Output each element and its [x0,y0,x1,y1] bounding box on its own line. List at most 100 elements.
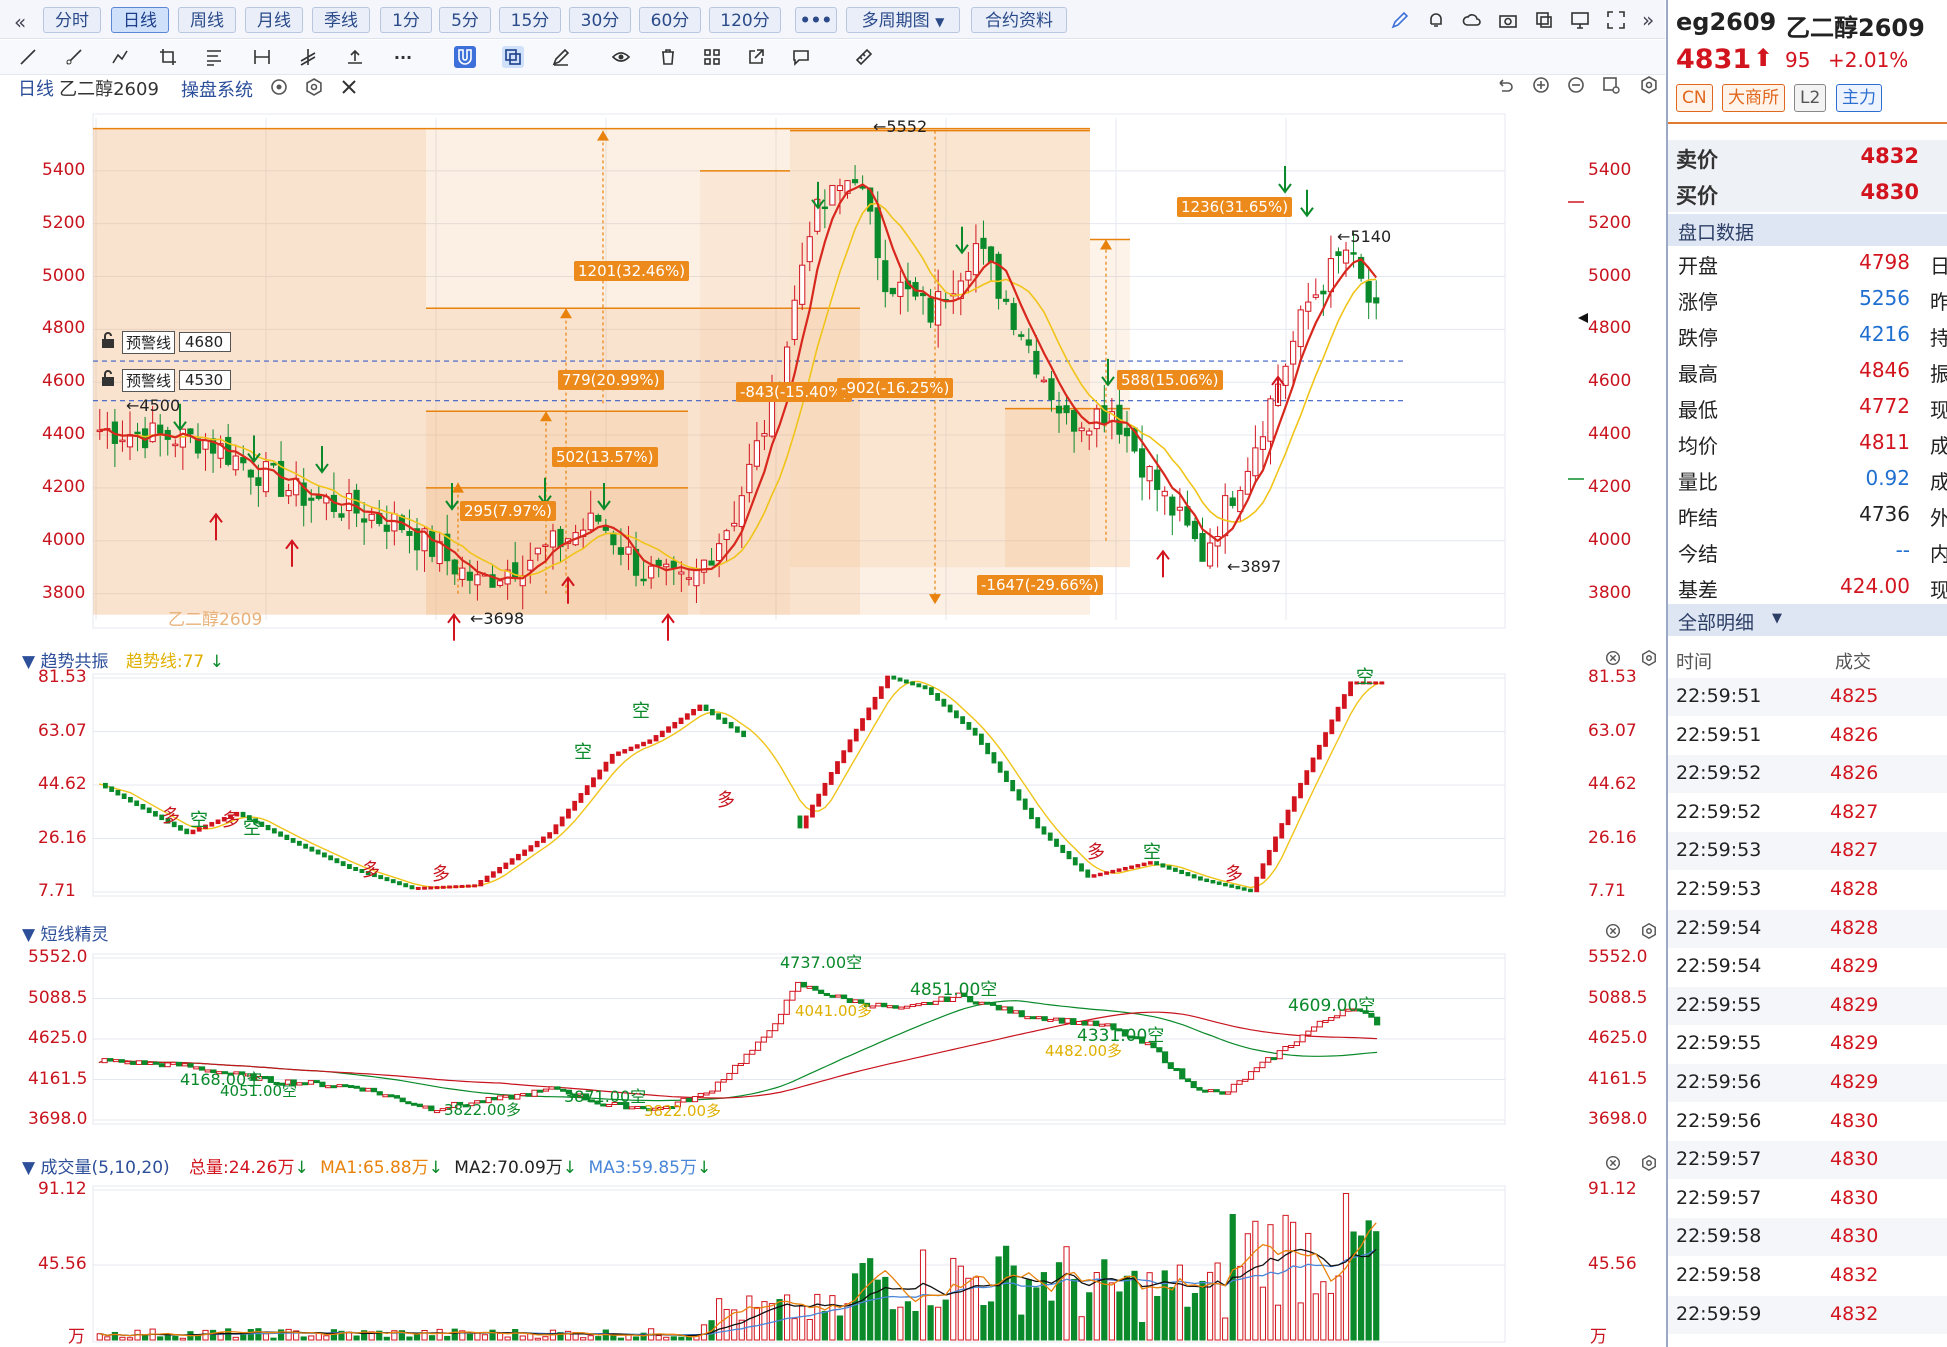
detail-section-header[interactable]: 全部明细 ▼ [1668,604,1947,636]
volume-bar [1184,1306,1191,1341]
trend-bar [684,713,690,720]
period-button-daily[interactable]: 日线 [111,7,169,33]
period-button-30min[interactable]: 30分 [569,7,631,33]
sprite-candle [101,1058,108,1064]
unlock-icon[interactable] [98,330,118,354]
period-button-15min[interactable]: 15分 [499,7,561,33]
crop-tool-icon[interactable] [157,46,179,68]
polyline-tool-icon[interactable] [109,46,131,68]
gear-icon[interactable] [1639,75,1659,95]
collapse-triangle-icon[interactable]: ▼ [22,925,35,945]
sprite-candle [342,1084,349,1088]
trend-bar [928,687,934,696]
gear-icon[interactable] [1639,648,1659,668]
period-button-120min[interactable]: 120分 [709,7,781,33]
line-tool-icon[interactable] [17,46,39,68]
volume-bar [481,1334,489,1341]
sprite-candle [1202,1089,1209,1093]
grid-icon[interactable] [701,46,723,68]
warning-line-value: 4530 [179,370,232,390]
collapse-triangle-icon[interactable]: ▼ [22,1158,35,1178]
sprite-candle [760,1036,767,1043]
ruler-icon[interactable] [853,46,875,68]
trend-bar [522,849,528,856]
gear-icon[interactable] [304,77,324,97]
more-periods-button[interactable]: ••• [795,7,837,33]
volume-bar [436,1328,443,1341]
sprite-candle [818,989,825,994]
period-button-quarterly[interactable]: 季线 [312,7,370,33]
more-tools-icon[interactable]: ··· [392,46,414,68]
fullscreen-icon[interactable] [1606,10,1626,34]
channel-tool-icon[interactable] [297,46,319,68]
settings-square-icon[interactable] [1601,75,1621,95]
candle-body [1206,542,1214,567]
volume-bar [1274,1304,1282,1341]
comment-icon[interactable] [790,46,812,68]
eye-icon[interactable] [269,77,289,97]
tick-time: 22:59:53 [1676,878,1762,900]
brush-icon[interactable] [550,46,572,68]
level-tool-icon[interactable] [344,46,366,68]
volume-bar [851,1273,859,1341]
trend-y-tick-left: 26.16 [38,827,87,848]
candle-body [851,179,859,184]
candle-body [1071,410,1078,432]
gear-icon[interactable] [1639,1153,1659,1173]
pen-icon[interactable] [1390,10,1410,34]
undo-icon[interactable] [1495,75,1515,95]
collapse-triangle-icon[interactable]: ▼ [22,652,35,672]
sprite-candle [1012,1010,1020,1014]
y-tick-right: 5000 [1588,265,1632,286]
volume-bar [1169,1287,1176,1341]
double-chevron-right-icon[interactable]: » [1642,8,1654,32]
trend-bar [403,883,409,888]
camera-icon[interactable] [1498,10,1518,34]
warning-line-2[interactable]: 预警线 4530 [98,368,232,392]
period-button-timeshare[interactable]: 分时 [43,7,101,33]
period-button-5min[interactable]: 5分 [439,7,491,33]
gear-icon[interactable] [1639,921,1659,941]
unlock-icon[interactable] [98,368,118,392]
layers-icon[interactable] [502,46,524,68]
close-circle-icon[interactable] [1603,648,1623,668]
trend-bar [1241,887,1247,891]
order-book-section-header[interactable]: 盘口数据 [1668,214,1947,246]
volume-y-tick-right: 91.12 [1588,1179,1637,1199]
bell-icon[interactable] [1426,10,1446,34]
zoom-in-icon[interactable] [1531,75,1551,95]
trash-icon[interactable] [657,46,679,68]
ray-tool-icon[interactable] [63,46,85,68]
trading-system-link[interactable]: 操盘系统 [181,76,253,102]
trend-bar [691,708,696,716]
window-icon[interactable] [1534,10,1554,34]
warning-line-1[interactable]: 预警线 4680 [98,330,232,354]
volume-bar [716,1298,723,1341]
close-circle-icon[interactable] [1603,921,1623,941]
close-icon[interactable] [339,77,359,97]
contract-info-button[interactable]: 合约资料 [971,7,1067,33]
period-button-monthly[interactable]: 月线 [245,7,303,33]
volume-bar [844,1303,851,1341]
period-button-1min[interactable]: 1分 [380,7,432,33]
period-button-weekly[interactable]: 周线 [178,7,236,33]
share-icon[interactable] [745,46,767,68]
range-tool-icon[interactable] [251,46,273,68]
close-circle-icon[interactable] [1603,1153,1623,1173]
zoom-out-icon[interactable] [1566,75,1586,95]
sprite-candle [1333,1015,1341,1019]
sprite-candle [330,1085,337,1089]
trend-bar [1091,874,1097,878]
eye-icon[interactable] [610,46,632,68]
fib-tool-icon[interactable] [203,46,225,68]
tick-detail-list[interactable]: 22:59:51 4825 22:59:51 4826 22:59:52 4826 22:5… [1668,678,1947,1347]
magnet-icon[interactable] [454,46,476,68]
period-button-60min[interactable]: 60分 [639,7,701,33]
double-chevron-left-icon[interactable]: « [14,10,26,34]
sprite-candle [554,1086,561,1090]
cloud-icon[interactable] [1462,10,1482,34]
trend-bar [309,846,315,852]
multi-period-dropdown[interactable]: 多周期图 ▼ [846,7,960,33]
monitor-icon[interactable] [1570,10,1590,34]
tick-price: 4825 [1830,685,1879,707]
